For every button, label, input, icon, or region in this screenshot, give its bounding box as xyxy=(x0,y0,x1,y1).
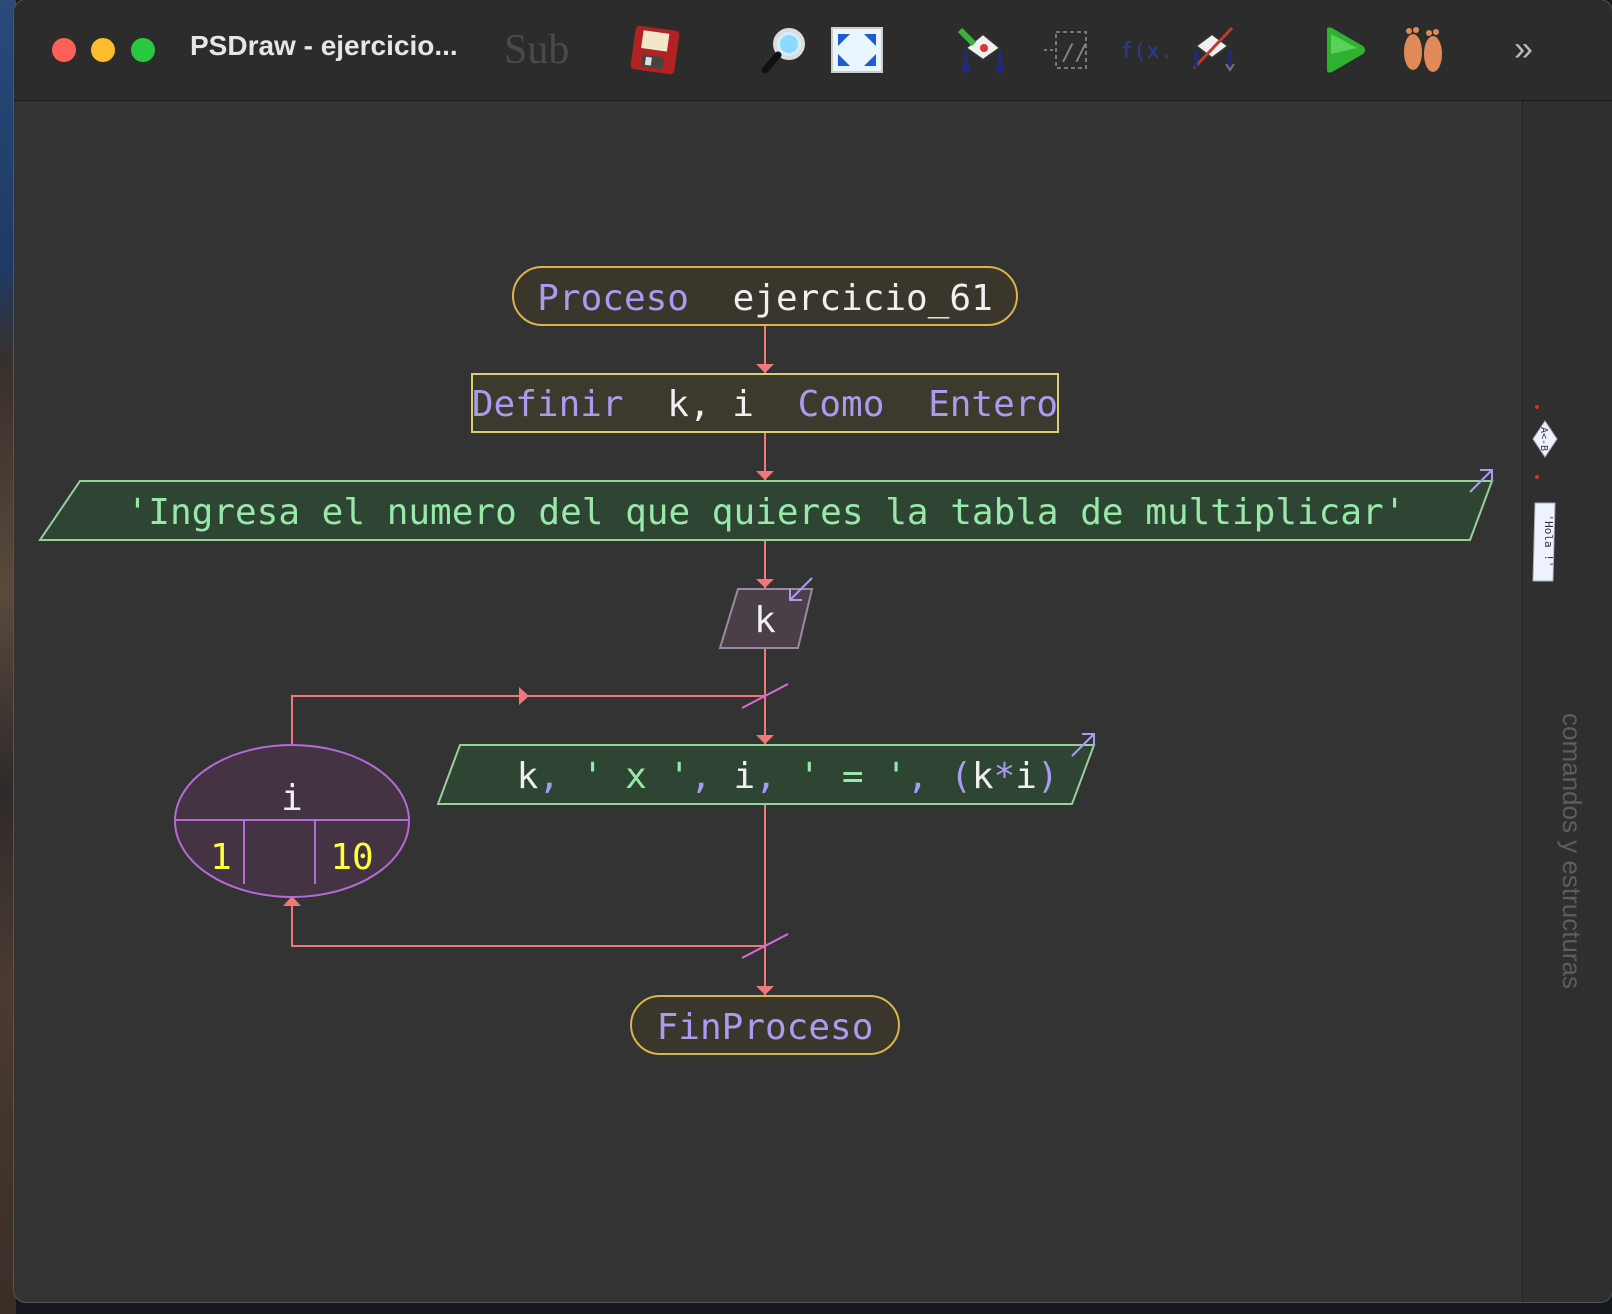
out-part-i2: i xyxy=(1015,756,1037,797)
output-block-result[interactable]: k, ' x ', i, ' = ', (k*i) xyxy=(278,733,1254,805)
assign-mini-icon[interactable]: A<-B xyxy=(1532,405,1558,479)
out-part-i: i xyxy=(733,756,755,797)
out-part-x: ' x ' xyxy=(582,756,690,797)
connector-arrowheads xyxy=(283,364,774,995)
side-panel-mini-items: A<-B 'Hola !' xyxy=(1532,405,1558,582)
out-part-k: k xyxy=(517,756,539,797)
search-icon[interactable] xyxy=(756,22,814,78)
titlebar: PSDraw - ejercicio... Sub // f(x » xyxy=(14,0,1612,101)
start-keyword: Proceso xyxy=(537,278,689,319)
expression-icon[interactable]: f(x... xyxy=(1112,22,1170,78)
loop-from: 1 xyxy=(210,837,232,878)
step-icon[interactable] xyxy=(1394,22,1452,78)
define-keyword: Definir xyxy=(472,384,624,425)
out-part-k2: k xyxy=(972,756,994,797)
flowchart-canvas[interactable]: Proceso ejercicio_61 Definir k, i Como E… xyxy=(14,101,1522,1302)
window-title: PSDraw - ejercicio... xyxy=(190,30,458,61)
out-part-rparen: ) xyxy=(1037,756,1059,797)
minimize-button[interactable] xyxy=(91,38,115,62)
sub-tool-button[interactable]: Sub xyxy=(504,26,569,74)
svg-text:Proceso ejercicio_61: Proceso ejercicio_61 xyxy=(537,278,993,319)
save-icon[interactable] xyxy=(626,22,684,78)
run-icon[interactable] xyxy=(1314,22,1372,78)
define-keyword2: Como xyxy=(798,384,885,425)
svg-text:k, ' x ', i, ' = ', (k*i): k, ' x ', i, ' = ', (k*i) xyxy=(278,756,1254,797)
assign-mini-label: A<-B xyxy=(1538,427,1549,451)
out-part-mul: * xyxy=(994,756,1016,797)
decision-icon[interactable] xyxy=(954,22,1012,78)
output-mini-label: 'Hola !' xyxy=(1542,515,1555,568)
comment-icon[interactable]: // xyxy=(1038,22,1096,78)
process-name: ejercicio_61 xyxy=(733,278,993,319)
toolbar-overflow-icon[interactable]: » xyxy=(1514,30,1533,69)
svg-text://: // xyxy=(1062,41,1089,66)
loop-to: 10 xyxy=(330,837,373,878)
output-prompt-text: 'Ingresa el numero del que quieres la ta… xyxy=(127,492,1406,533)
out-part-sep3: , xyxy=(755,756,798,797)
commands-side-panel[interactable]: A<-B 'Hola !' comandos y estructuras xyxy=(1522,101,1612,1302)
maximize-button[interactable] xyxy=(131,38,155,62)
input-var: k xyxy=(754,600,776,641)
input-block[interactable]: k xyxy=(718,577,814,649)
start-terminal[interactable]: Proceso ejercicio_61 xyxy=(512,266,1018,326)
side-panel-label: comandos y estructuras xyxy=(1557,713,1587,990)
out-part-sep1: , xyxy=(538,756,581,797)
define-type: Entero xyxy=(928,384,1058,425)
zoom-fit-icon[interactable] xyxy=(828,22,886,78)
out-part-sep4: , xyxy=(907,756,950,797)
define-vars: k, i xyxy=(667,384,754,425)
output-mini-icon[interactable]: 'Hola !' xyxy=(1532,502,1556,582)
end-keyword: FinProceso xyxy=(657,1007,874,1048)
output-block-prompt[interactable]: 'Ingresa el numero del que quieres la ta… xyxy=(38,469,1494,541)
end-terminal[interactable]: FinProceso xyxy=(630,995,900,1055)
out-part-lparen: ( xyxy=(950,756,972,797)
psdraw-window: PSDraw - ejercicio... Sub // f(x » Proce… xyxy=(14,0,1612,1302)
remove-icon[interactable] xyxy=(1184,22,1242,78)
define-block[interactable]: Definir k, i Como Entero xyxy=(471,373,1059,433)
out-part-sep2: , xyxy=(690,756,733,797)
svg-text:f(x...: f(x... xyxy=(1120,39,1168,64)
close-button[interactable] xyxy=(52,38,76,62)
svg-text:Definir k, i: Definir k, i Como Entero xyxy=(472,384,1058,425)
out-part-eq: ' = ' xyxy=(799,756,907,797)
